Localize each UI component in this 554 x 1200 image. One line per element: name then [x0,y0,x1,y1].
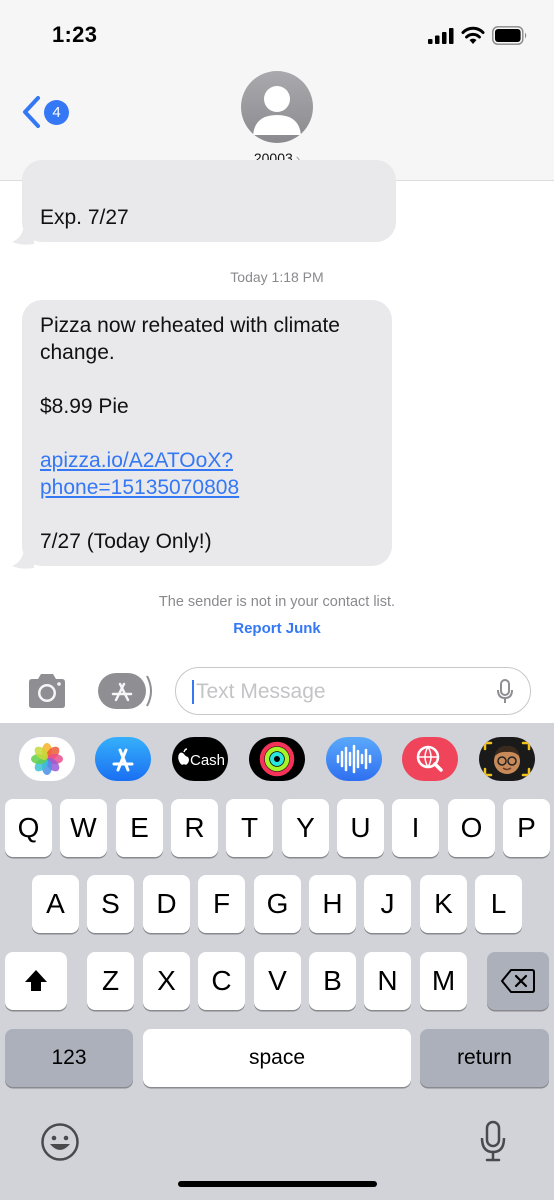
key-c[interactable]: C [198,952,245,1010]
unread-count-badge: 4 [44,99,69,125]
key-y[interactable]: Y [282,799,329,857]
key-g[interactable]: G [254,875,301,933]
chevron-left-icon [23,96,40,128]
apple-cash-app-icon[interactable]: Cash [172,737,228,781]
delete-key[interactable] [487,952,549,1010]
key-m[interactable]: M [420,952,467,1010]
status-time: 1:23 [52,22,98,47]
shift-arrow-icon [25,970,47,991]
app-store-app-icon[interactable] [95,737,151,781]
home-indicator [178,1181,377,1187]
message-text: Pizza now reheated with climate change. [40,314,340,364]
key-s[interactable]: S [87,875,134,933]
message-input-placeholder: Text Message [196,680,326,703]
wifi-icon [461,26,485,44]
back-button[interactable]: 4 [20,94,74,130]
cellular-signal-icon [428,28,454,44]
key-e[interactable]: E [116,799,163,857]
key-v[interactable]: V [254,952,301,1010]
key-k[interactable]: K [420,875,467,933]
photos-app-icon[interactable] [19,737,75,781]
message-bubble[interactable]: Pizza now reheated with climate change. … [22,300,392,566]
battery-icon [492,26,527,45]
text-caret [192,680,194,704]
image-search-app-icon[interactable] [402,737,458,781]
message-bubble[interactable]: Exp. 7/27 [22,160,396,242]
key-b[interactable]: B [309,952,356,1010]
key-r[interactable]: R [171,799,218,857]
backspace-icon [501,969,535,993]
numbers-key[interactable]: 123 [5,1029,133,1087]
key-a[interactable]: A [32,875,79,933]
photos-icon [31,743,63,775]
memoji-icon [483,741,531,777]
key-x[interactable]: X [143,952,190,1010]
key-l[interactable]: L [475,875,522,933]
camera-icon[interactable] [25,672,69,710]
globe-search-icon [416,745,443,772]
audio-message-app-icon[interactable] [326,737,382,781]
message-timestamp: Today 1:18 PM [230,269,324,285]
apple-cash-label: Cash [190,752,225,769]
unknown-sender-notice: The sender is not in your contact list. [158,594,396,610]
report-junk-link[interactable]: Report Junk [0,620,554,637]
key-j[interactable]: J [364,875,411,933]
contact-avatar[interactable] [241,71,313,143]
dictation-mic-icon[interactable] [479,1120,507,1164]
key-w[interactable]: W [60,799,107,857]
memoji-app-icon[interactable] [479,737,535,781]
dictation-mic-icon[interactable] [496,679,514,705]
key-i[interactable]: I [392,799,439,857]
key-p[interactable]: P [503,799,550,857]
return-key[interactable]: return [420,1029,549,1087]
message-text: Exp. 7/27 [40,206,129,229]
key-q[interactable]: Q [5,799,52,857]
fitness-app-icon[interactable] [249,737,305,781]
emoji-icon[interactable] [40,1122,80,1162]
key-t[interactable]: T [226,799,273,857]
key-f[interactable]: F [198,875,245,933]
activity-rings-icon [259,741,295,777]
key-h[interactable]: H [309,875,356,933]
key-d[interactable]: D [143,875,190,933]
key-u[interactable]: U [337,799,384,857]
space-key[interactable]: space [143,1029,411,1087]
key-n[interactable]: N [364,952,411,1010]
apple-cash-icon: Cash [178,748,225,769]
message-link[interactable]: apizza.io/A2ATOoX? [40,449,233,472]
message-text: 7/27 (Today Only!) [40,530,212,553]
key-o[interactable]: O [448,799,495,857]
app-store-icon[interactable] [97,672,153,710]
shift-key[interactable] [5,952,67,1010]
app-store-icon [112,748,134,772]
message-link[interactable]: phone=15135070808 [40,476,239,499]
message-text: $8.99 Pie [40,395,129,418]
audio-waveform-icon [336,744,372,774]
person-icon [253,86,301,135]
key-z[interactable]: Z [87,952,134,1010]
